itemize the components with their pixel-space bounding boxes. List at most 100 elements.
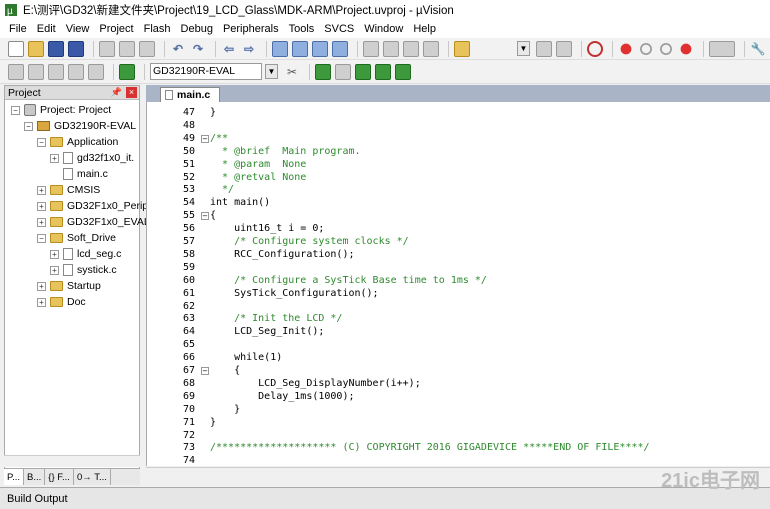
tab-main-c[interactable]: main.c	[160, 87, 220, 102]
pin-icon[interactable]: 📌	[111, 87, 122, 98]
find-in-files-icon[interactable]	[454, 40, 470, 57]
insert-breakpoint-icon[interactable]	[618, 40, 634, 57]
project-panel-scrollbar[interactable]	[4, 455, 140, 467]
select-packs-icon[interactable]	[335, 63, 351, 80]
collapse-icon[interactable]: −	[24, 121, 33, 131]
undo-icon[interactable]: ↶	[170, 41, 186, 57]
panel-tab[interactable]: P...	[4, 469, 25, 485]
target-options-icon[interactable]: ✂	[284, 64, 300, 80]
indent-icon[interactable]	[363, 40, 379, 57]
redo-icon[interactable]: ↷	[190, 41, 206, 57]
tree-item-label: Soft_Drive	[67, 232, 117, 244]
kill-all-breakpoints-icon[interactable]	[678, 40, 694, 57]
configure-icon[interactable]: 🔧	[750, 41, 766, 57]
window-layout-icon[interactable]	[709, 40, 735, 57]
menu-file[interactable]: File	[4, 20, 32, 38]
tree-item[interactable]: − Soft_Drive	[37, 230, 116, 246]
target-select[interactable]: GD32190R-EVAL	[150, 63, 262, 80]
fold-toggle-icon[interactable]: −	[201, 212, 209, 221]
tree-item[interactable]: + CMSIS	[37, 182, 100, 198]
translate-icon[interactable]	[8, 63, 24, 80]
menu-svcs[interactable]: SVCS	[319, 20, 359, 38]
panel-tab[interactable]: B...	[24, 469, 46, 485]
expand-icon[interactable]: +	[37, 281, 46, 291]
expand-icon[interactable]: +	[37, 217, 46, 227]
tree-item[interactable]: + GD32F1x0_Perip	[37, 198, 148, 214]
debug-session-icon[interactable]	[587, 40, 603, 57]
next-bookmark-icon[interactable]	[312, 40, 328, 57]
fold-toggle-icon[interactable]: −	[201, 134, 209, 143]
paste-icon[interactable]	[139, 40, 155, 57]
navigate-back-icon[interactable]: ⇦	[221, 41, 237, 57]
editor-tab-strip: main.c	[146, 85, 770, 102]
menu-help[interactable]: Help	[408, 20, 441, 38]
expand-icon[interactable]: +	[50, 265, 59, 275]
batch-build-icon[interactable]	[68, 63, 84, 80]
copy-icon[interactable]	[119, 40, 135, 57]
panel-tab[interactable]: {} F...	[45, 469, 74, 485]
tree-item[interactable]: + Doc	[37, 294, 86, 310]
expand-icon[interactable]: +	[37, 185, 46, 195]
manage-run-time-icon[interactable]	[355, 63, 371, 80]
comment-icon[interactable]	[403, 40, 419, 57]
tree-item[interactable]: + lcd_seg.c	[50, 246, 121, 262]
line-number: 60	[182, 274, 195, 286]
save-all-icon[interactable]	[68, 40, 84, 57]
find-icon[interactable]	[536, 40, 552, 57]
new-file-icon[interactable]	[8, 40, 24, 57]
menu-project[interactable]: Project	[94, 20, 138, 38]
bookmark-icon[interactable]	[272, 40, 288, 57]
menu-flash[interactable]: Flash	[139, 20, 176, 38]
navigate-forward-icon[interactable]: ⇨	[241, 41, 257, 57]
fold-toggle-icon[interactable]: −	[201, 367, 209, 375]
clear-bookmarks-icon[interactable]	[332, 40, 348, 57]
close-panel-icon[interactable]: ×	[126, 87, 137, 98]
cut-icon[interactable]	[99, 40, 115, 57]
manage-project-items-icon[interactable]	[315, 63, 331, 80]
collapse-icon[interactable]: −	[37, 233, 46, 243]
tree-item[interactable]: main.c	[50, 166, 108, 182]
expand-icon[interactable]: +	[37, 201, 46, 211]
menu-view[interactable]: View	[61, 20, 95, 38]
open-file-icon[interactable]	[28, 40, 44, 57]
prev-bookmark-icon[interactable]	[292, 40, 308, 57]
build-icon[interactable]	[28, 63, 44, 80]
stop-build-icon[interactable]	[88, 63, 104, 80]
line-number: 47	[182, 107, 195, 118]
menu-peripherals[interactable]: Peripherals	[218, 20, 284, 38]
find-combo-dropdown[interactable]: ▼	[517, 41, 530, 56]
tree-item[interactable]: + Startup	[37, 278, 101, 294]
disable-all-breakpoints-icon[interactable]	[658, 40, 674, 57]
tree-item[interactable]: − GD32190R-EVAL	[24, 118, 136, 134]
target-dropdown-arrow[interactable]: ▼	[265, 64, 278, 79]
menu-window[interactable]: Window	[359, 20, 408, 38]
uncomment-icon[interactable]	[423, 40, 439, 57]
menu-debug[interactable]: Debug	[176, 20, 218, 38]
menu-edit[interactable]: Edit	[32, 20, 61, 38]
expand-icon[interactable]: +	[37, 297, 46, 307]
enable-breakpoint-icon[interactable]	[638, 40, 654, 57]
tree-item[interactable]: − Application	[37, 134, 118, 150]
panel-tab[interactable]: 0→ T...	[74, 469, 111, 485]
tree-item[interactable]: + GD32F1x0_EVAL	[37, 214, 150, 230]
line-number: 62	[182, 300, 195, 312]
software-packs-icon[interactable]	[395, 63, 411, 80]
collapse-icon[interactable]: −	[11, 105, 20, 115]
incremental-find-icon[interactable]	[556, 40, 572, 57]
menu-tools[interactable]: Tools	[284, 20, 320, 38]
tree-item[interactable]: + systick.c	[50, 262, 117, 278]
tree-item[interactable]: + gd32f1x0_it.	[50, 150, 134, 166]
expand-icon[interactable]: +	[50, 249, 59, 259]
pack-installer-icon[interactable]	[375, 63, 391, 80]
unindent-icon[interactable]	[383, 40, 399, 57]
rebuild-icon[interactable]	[48, 63, 64, 80]
code-editor[interactable]: 47} 48 49−/** 50 * @brief Main program. 51 *…	[146, 102, 770, 466]
tree-item[interactable]: − Project: Project	[11, 102, 111, 118]
save-icon[interactable]	[48, 40, 64, 57]
expand-icon[interactable]: +	[50, 153, 59, 163]
code-line: }	[210, 107, 217, 118]
collapse-icon[interactable]: −	[37, 137, 46, 147]
line-number: 65	[182, 339, 195, 351]
download-icon[interactable]	[119, 63, 135, 80]
separator	[448, 40, 449, 57]
